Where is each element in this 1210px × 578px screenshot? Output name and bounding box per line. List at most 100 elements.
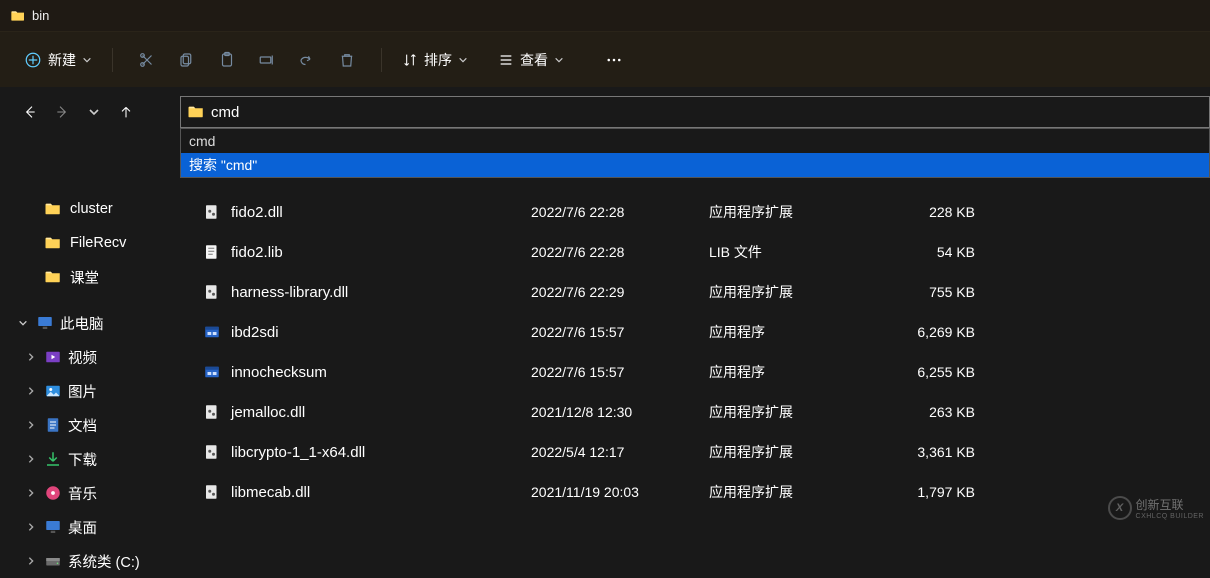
folder-icon xyxy=(44,200,62,218)
chevron-right-icon xyxy=(24,522,38,532)
file-list: fido2.dll2022/7/6 22:28应用程序扩展228 KBfido2… xyxy=(175,136,1210,522)
sidebar-item-cluster[interactable]: cluster xyxy=(0,192,175,226)
file-size: 755 KB xyxy=(875,284,975,300)
table-row[interactable]: ibd2sdi2022/7/6 15:57应用程序6,269 KB xyxy=(175,312,1210,352)
folder-icon xyxy=(44,234,62,252)
sidebar: clusterFileRecv课堂 此电脑 视频图片文档下载音乐桌面系统类 (C… xyxy=(0,136,175,522)
pictures-icon xyxy=(44,382,62,400)
sidebar-item-drive[interactable]: 系统类 (C:) xyxy=(0,544,175,578)
sidebar-item-videos[interactable]: 视频 xyxy=(0,340,175,374)
sidebar-item-documents[interactable]: 文档 xyxy=(0,408,175,442)
folder-icon xyxy=(10,8,26,24)
table-row[interactable]: jemalloc.dll2021/12/8 12:30应用程序扩展263 KB xyxy=(175,392,1210,432)
sidebar-item-课堂[interactable]: 课堂 xyxy=(0,260,175,294)
clipboard-icon xyxy=(218,51,236,69)
delete-button[interactable] xyxy=(327,40,367,80)
watermark-sub: CXHLCQ BUILDER xyxy=(1136,513,1204,520)
table-row[interactable]: libcrypto-1_1-x64.dll2022/5/4 12:17应用程序扩… xyxy=(175,432,1210,472)
share-icon xyxy=(298,51,316,69)
separator xyxy=(112,48,113,72)
rename-button[interactable] xyxy=(247,40,287,80)
file-icon xyxy=(203,363,231,381)
file-type: 应用程序扩展 xyxy=(709,442,875,462)
file-size: 3,361 KB xyxy=(875,444,975,460)
file-size: 263 KB xyxy=(875,404,975,420)
cut-button[interactable] xyxy=(127,40,167,80)
sidebar-item-label: 视频 xyxy=(68,347,97,368)
address-bar[interactable] xyxy=(180,96,1210,128)
chevron-down-icon xyxy=(16,318,30,328)
view-label: 查看 xyxy=(520,50,548,70)
new-button-label: 新建 xyxy=(48,50,76,70)
main-split: clusterFileRecv课堂 此电脑 视频图片文档下载音乐桌面系统类 (C… xyxy=(0,136,1210,522)
file-type: 应用程序扩展 xyxy=(709,282,875,302)
sidebar-item-downloads[interactable]: 下载 xyxy=(0,442,175,476)
file-date: 2022/7/6 22:28 xyxy=(531,244,709,260)
address-input[interactable] xyxy=(211,104,1209,121)
sidebar-item-label: 图片 xyxy=(68,381,97,402)
recent-locations-button[interactable] xyxy=(84,102,104,122)
table-row[interactable]: harness-library.dll2022/7/6 22:29应用程序扩展7… xyxy=(175,272,1210,312)
scissors-icon xyxy=(138,51,156,69)
sidebar-item-this-pc[interactable]: 此电脑 xyxy=(0,306,175,340)
chevron-down-icon xyxy=(82,55,92,65)
file-icon xyxy=(203,403,231,421)
sidebar-item-label: cluster xyxy=(70,201,113,217)
copy-button[interactable] xyxy=(167,40,207,80)
suggest-item-search[interactable]: 搜索 "cmd" xyxy=(181,153,1209,177)
folder-icon xyxy=(44,268,62,286)
file-type: 应用程序 xyxy=(709,322,875,342)
sidebar-item-label: 系统类 (C:) xyxy=(68,551,140,572)
sidebar-item-label: 桌面 xyxy=(68,517,97,538)
sidebar-item-label: 课堂 xyxy=(70,267,99,288)
file-name: fido2.dll xyxy=(231,204,531,221)
file-date: 2022/5/4 12:17 xyxy=(531,444,709,460)
sidebar-item-FileRecv[interactable]: FileRecv xyxy=(0,226,175,260)
more-button[interactable] xyxy=(594,40,634,80)
file-date: 2022/7/6 15:57 xyxy=(531,324,709,340)
rename-icon xyxy=(258,51,276,69)
table-row[interactable]: innochecksum2022/7/6 15:57应用程序6,255 KB xyxy=(175,352,1210,392)
sort-icon xyxy=(402,52,418,68)
table-row[interactable]: libmecab.dll2021/11/19 20:03应用程序扩展1,797 … xyxy=(175,472,1210,512)
new-button[interactable]: 新建 xyxy=(18,46,98,74)
file-name: ibd2sdi xyxy=(231,324,531,341)
sidebar-item-desktop[interactable]: 桌面 xyxy=(0,510,175,544)
sidebar-item-label: FileRecv xyxy=(70,235,126,251)
sort-button[interactable]: 排序 xyxy=(396,46,474,74)
file-date: 2022/7/6 22:28 xyxy=(531,204,709,220)
file-name: jemalloc.dll xyxy=(231,404,531,421)
table-row[interactable]: fido2.dll2022/7/6 22:28应用程序扩展228 KB xyxy=(175,192,1210,232)
paste-button[interactable] xyxy=(207,40,247,80)
title-bar: bin xyxy=(0,0,1210,32)
chevron-right-icon xyxy=(24,386,38,396)
table-row[interactable]: fido2.lib2022/7/6 22:28LIB 文件54 KB xyxy=(175,232,1210,272)
file-name: harness-library.dll xyxy=(231,284,531,301)
sidebar-item-label: 音乐 xyxy=(68,483,97,504)
documents-icon xyxy=(44,416,62,434)
sidebar-item-pictures[interactable]: 图片 xyxy=(0,374,175,408)
nav-arrows xyxy=(0,102,180,122)
address-area: cmd 搜索 "cmd" xyxy=(180,96,1210,128)
file-type: 应用程序扩展 xyxy=(709,402,875,422)
suggest-item-cmd[interactable]: cmd xyxy=(181,129,1209,153)
file-icon xyxy=(203,323,231,341)
downloads-icon xyxy=(44,450,62,468)
back-button[interactable] xyxy=(20,102,40,122)
sidebar-item-music[interactable]: 音乐 xyxy=(0,476,175,510)
watermark: X 创新互联 CXHLCQ BUILDER xyxy=(1108,496,1204,520)
file-icon xyxy=(203,283,231,301)
forward-button[interactable] xyxy=(52,102,72,122)
sort-label: 排序 xyxy=(424,50,452,70)
chevron-right-icon xyxy=(24,352,38,362)
window-title: bin xyxy=(32,8,49,23)
file-type: 应用程序扩展 xyxy=(709,202,875,222)
file-type: 应用程序扩展 xyxy=(709,482,875,502)
view-button[interactable]: 查看 xyxy=(492,46,570,74)
up-button[interactable] xyxy=(116,102,136,122)
chevron-right-icon xyxy=(24,454,38,464)
share-button[interactable] xyxy=(287,40,327,80)
file-name: libmecab.dll xyxy=(231,484,531,501)
list-icon xyxy=(498,52,514,68)
file-date: 2021/11/19 20:03 xyxy=(531,484,709,500)
